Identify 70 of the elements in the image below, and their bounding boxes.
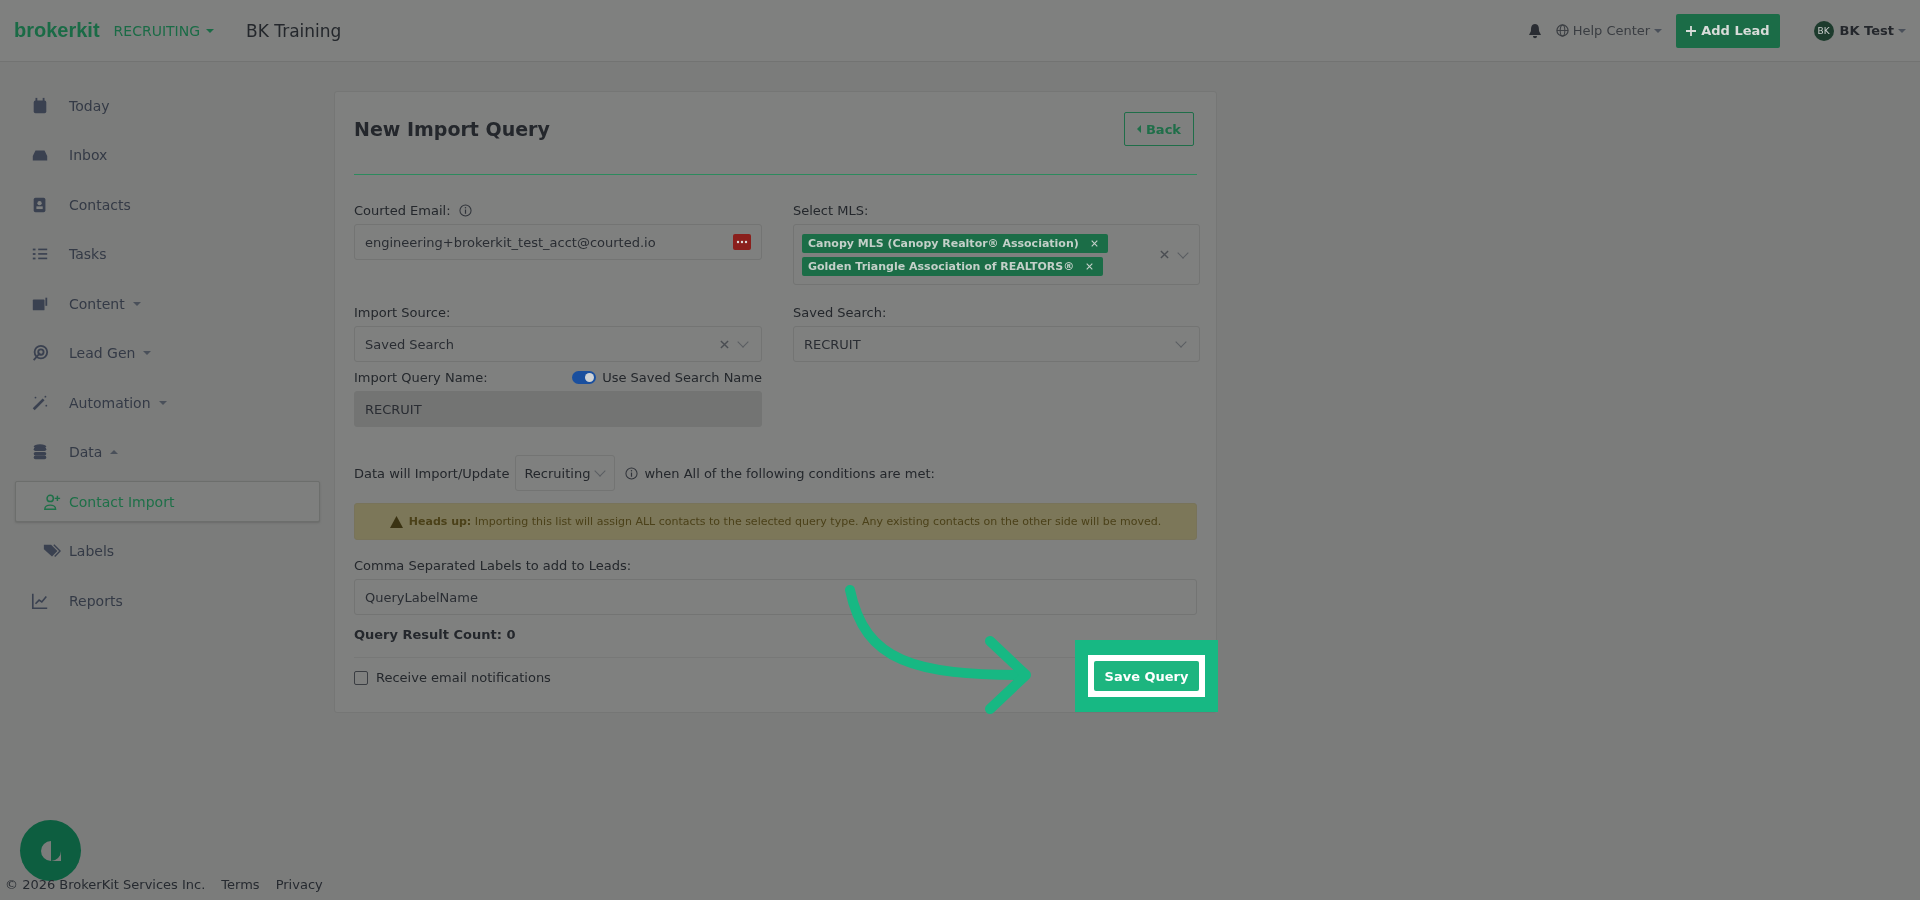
save-query-button[interactable]: Save Query (1094, 661, 1199, 691)
remove-icon[interactable] (1086, 262, 1094, 270)
sidebar-item[interactable]: Reports (15, 580, 320, 621)
import-text: Data will Import/Update (354, 465, 510, 481)
caret-icon (132, 301, 141, 306)
remove-icon[interactable] (1090, 239, 1098, 247)
info-icon[interactable] (458, 204, 472, 217)
sidebar-item[interactable]: Inbox (15, 134, 320, 176)
password-manager-icon[interactable] (733, 234, 751, 250)
footer-link[interactable]: Privacy (275, 877, 323, 892)
filter-select[interactable]: RECRUIT (793, 326, 1200, 362)
import-type-select[interactable]: Recruiting (515, 455, 616, 491)
labels-field[interactable]: QueryLabelName (354, 579, 1197, 615)
user-menu[interactable]: BK Test (1839, 23, 1906, 38)
chat-button[interactable] (20, 820, 81, 881)
toggle-label: Use Saved Search Name (602, 370, 762, 385)
import-text: when All of the following conditions are met: (644, 465, 935, 481)
clear-icon[interactable] (720, 339, 729, 349)
sidebar-item[interactable]: Content (15, 283, 320, 324)
caret-icon (158, 400, 167, 405)
query-name-field[interactable]: RECRUIT (354, 391, 762, 427)
field-label: Saved Search: (793, 305, 887, 320)
team-name: BK Training (246, 20, 342, 41)
checkbox-label: Receive email notifications (376, 670, 551, 685)
caret-icon (143, 351, 152, 355)
globe-icon (1555, 24, 1569, 37)
chat-bubble-icon (38, 838, 63, 863)
sidebar-item[interactable]: Lead Gen (15, 332, 320, 374)
target-icon (31, 344, 49, 362)
form-title: New Import Query (354, 118, 550, 140)
import-source-select[interactable]: Saved Search (354, 326, 762, 362)
sidebar-item[interactable]: Data (15, 431, 320, 473)
warning-icon (389, 515, 403, 528)
email-field[interactable]: engineering+brokerkit_test_acct@courted.io (354, 224, 762, 260)
sidebar-item[interactable]: Today (15, 85, 320, 126)
mls-select[interactable]: Canopy MLS (Canopy Realtor® Association) Golden Triangle Association of REALTORS® (793, 224, 1200, 285)
toggle-switch[interactable] (572, 371, 597, 384)
wand-icon (31, 393, 49, 412)
field-label: Import Source: (354, 305, 451, 320)
calendar-icon (31, 96, 49, 115)
warning-banner: Heads up: Importing this list will assign ALL contacts to the selected query type. Any existing contacts on the other side will be moved. (354, 503, 1197, 540)
database-icon (31, 443, 49, 461)
info-icon[interactable] (625, 466, 639, 480)
caret-icon (110, 450, 119, 454)
logo[interactable]: brokerkit (14, 19, 100, 42)
clear-icon[interactable] (1160, 250, 1169, 259)
sidebar-item[interactable]: Automation (15, 382, 320, 423)
field-label: Import Query Name: (354, 370, 488, 385)
mls-tag[interactable]: Golden Triangle Association of REALTORS® (802, 256, 1104, 276)
sidebar-item[interactable]: Labels (15, 530, 320, 572)
sidebar-item[interactable]: Contacts (15, 184, 320, 225)
footer-link[interactable]: Terms (221, 877, 260, 892)
sidebar-item[interactable]: Contact Import (15, 481, 320, 522)
help-center-menu[interactable]: Help Center (1555, 23, 1663, 38)
add-lead-button[interactable]: Add Lead (1676, 13, 1780, 48)
plus-icon (1686, 25, 1697, 36)
bell-icon[interactable] (1527, 22, 1542, 39)
field-label: Select MLS: (793, 203, 869, 218)
mode-dropdown[interactable]: RECRUITING (113, 22, 215, 39)
field-label: Courted Email: (354, 203, 451, 218)
sidebar-item[interactable]: Tasks (15, 233, 320, 275)
copyright-text: © 2026 BrokerKit Services Inc. (5, 877, 206, 892)
chart-icon (31, 591, 49, 610)
user-plus-icon (43, 492, 61, 511)
checkbox[interactable] (354, 670, 368, 685)
back-button[interactable]: Back (1123, 112, 1194, 146)
field-label: Comma Separated Labels to add to Leads: (354, 558, 632, 573)
mls-tag[interactable]: Canopy MLS (Canopy Realtor® Association) (802, 233, 1108, 253)
tags-icon (43, 542, 61, 560)
user-avatar[interactable]: BK (1813, 20, 1834, 41)
